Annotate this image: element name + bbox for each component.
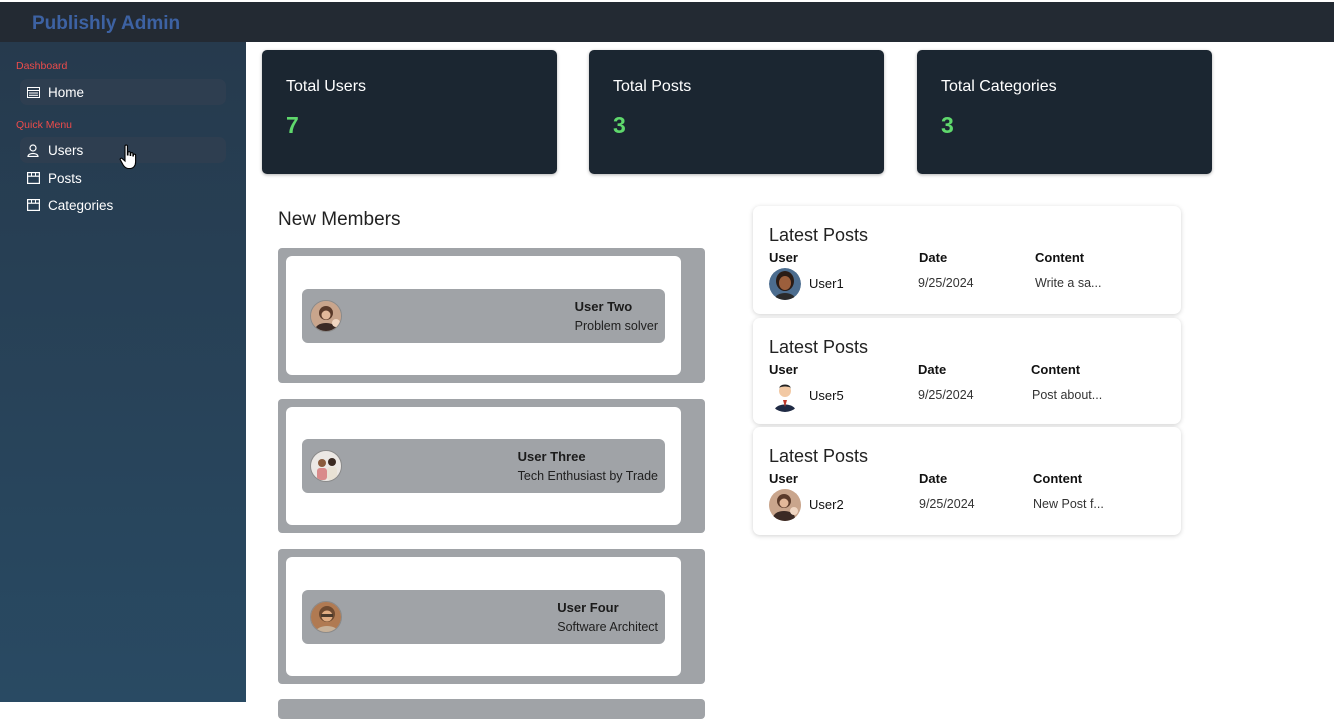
member-row[interactable]: User Two Problem solver [302,288,665,343]
stat-label: Total Categories [941,78,1057,95]
latest-posts-card: Latest Posts User Date Content User1 9/2… [753,206,1181,314]
avatar [310,450,342,482]
column-header-content: Content [1035,250,1085,265]
post-user: User2 [809,497,844,512]
member-info: User Two Problem solver [575,299,658,333]
post-user: User1 [809,276,844,291]
member-name: User Two [574,298,633,314]
column-header-user: User [769,362,798,377]
top-bar: Publishly Admin [0,2,1334,42]
member-info: User Three Tech Enthusiast by Trade [518,449,658,483]
member-row[interactable]: User Three Tech Enthusiast by Trade [302,439,665,493]
member-card: User Three Tech Enthusiast by Trade [278,399,705,533]
store-icon [26,198,40,212]
sidebar-item-label: Posts [48,170,82,186]
post-date: 9/25/2024 [919,497,975,511]
store-icon [26,171,40,185]
post-content: Write a sa... [1035,276,1102,290]
post-content: New Post f... [1033,497,1104,511]
stat-value: 3 [613,112,626,138]
column-header-date: Date [919,471,948,486]
column-header-user: User [769,250,798,265]
column-header-date: Date [919,250,948,265]
post-content: Post about... [1032,388,1103,402]
post-date: 9/25/2024 [918,388,974,402]
column-header-date: Date [918,362,947,377]
member-role: Problem solver [574,318,658,333]
member-row[interactable]: User Four Software Architect [302,589,665,644]
post-date: 9/25/2024 [918,276,974,290]
member-info: User Four Software Architect [557,600,658,634]
sidebar-section-quick-menu: Quick Menu [16,119,73,131]
dashboard-icon [26,85,40,99]
latest-posts-title: Latest Posts [769,225,869,245]
new-members-title: New Members [278,209,401,230]
post-user: User5 [809,388,844,403]
sidebar-item-label: Home [48,84,85,100]
member-role: Software Architect [557,619,658,634]
column-header-user: User [769,471,798,486]
member-card-inner: User Four Software Architect [286,557,681,676]
stat-card-total-users: Total Users 7 [262,50,557,174]
member-card-inner: User Two Problem solver [286,256,681,375]
avatar [769,268,801,300]
avatar [769,489,801,521]
stat-label: Total Users [286,78,367,95]
stat-value: 3 [941,112,954,138]
stat-card-total-posts: Total Posts 3 [589,50,884,174]
hand-cursor-icon [119,144,137,170]
stat-value: 7 [286,112,299,138]
column-header-content: Content [1033,471,1083,486]
latest-posts-title: Latest Posts [769,446,869,466]
member-card: User Four Software Architect [278,549,705,684]
latest-posts-card: Latest Posts User Date Content User2 9/2… [753,427,1181,535]
latest-posts-card: Latest Posts User Date Content User5 9/2… [753,318,1181,424]
member-name: User Four [557,599,619,615]
avatar [310,600,342,633]
stat-card-total-categories: Total Categories 3 [917,50,1212,174]
avatar [769,380,801,412]
member-card: User Two Problem solver [278,248,705,383]
member-name: User Three [517,449,586,464]
sidebar-item-label: Categories [48,197,114,213]
sidebar-item-home[interactable]: Home [20,79,226,105]
sidebar-item-categories[interactable]: Categories [20,192,226,218]
member-role: Tech Enthusiast by Trade [517,469,658,483]
member-card [278,699,705,719]
sidebar-item-label: Users [48,142,84,158]
column-header-content: Content [1031,362,1081,377]
member-card-inner: User Three Tech Enthusiast by Trade [286,407,681,525]
latest-posts-title: Latest Posts [769,337,869,357]
stat-label: Total Posts [613,78,692,95]
sidebar-section-dashboard: Dashboard [16,60,68,72]
user-icon [26,143,40,157]
avatar [310,299,342,332]
app-title[interactable]: Publishly Admin [32,13,180,35]
